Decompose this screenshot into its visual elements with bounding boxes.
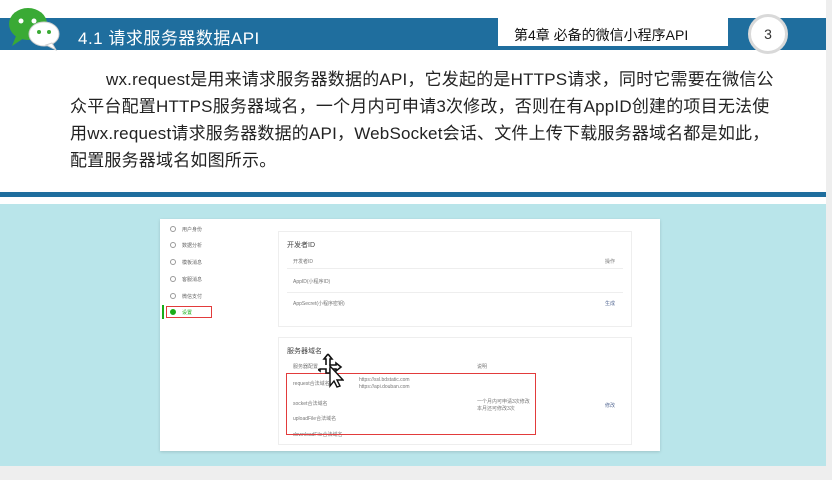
modify-link: 修改 (605, 403, 616, 409)
table-header: 服务器配置 (293, 364, 319, 370)
table-header: 开发者ID (293, 259, 314, 265)
row-divider (287, 292, 623, 293)
table-row: AppSecret(小程序密钥) (293, 301, 345, 307)
page-title: 4.1 请求服务器数据API (78, 29, 260, 48)
sidebar-item-pay: 微信支付 (170, 290, 202, 302)
sidebar-item-template: 模板消息 (170, 256, 202, 268)
circle-icon (170, 276, 176, 282)
sidebar-item-label: 微信支付 (182, 293, 203, 300)
circle-icon (170, 259, 176, 265)
move-cursor-icon (318, 353, 344, 388)
chapter-label: 第4章 必备的微信小程序API (514, 27, 689, 43)
body-paragraph: wx.request是用来请求服务器数据的API，它发起的是HTTPS请求，同时… (70, 70, 774, 170)
card-title: 服务器域名 (287, 348, 322, 355)
sidebar-item-label: 数据分析 (182, 242, 203, 249)
slide: 4.1 请求服务器数据API 第4章 必备的微信小程序API 3 wx.requ… (0, 0, 826, 466)
divider (0, 192, 826, 197)
sidebar-item-label: 模板消息 (182, 259, 203, 266)
sidebar: 用户身份 数据分析 模板消息 客服消息 微信支付 设置 (160, 219, 216, 451)
sidebar-item-label: 用户身份 (182, 226, 203, 233)
circle-icon (170, 293, 176, 299)
highlight-box (166, 306, 212, 318)
developer-id-card: 开发者ID 开发者ID 操作 AppID(小程序ID) AppSecret(小程… (278, 231, 632, 327)
wechat-logo-icon (9, 8, 60, 52)
card-title: 开发者ID (287, 242, 315, 249)
table-header: 操作 (605, 259, 616, 265)
table-header: 说明 (477, 364, 488, 370)
circle-icon (170, 226, 176, 232)
circle-icon (170, 242, 176, 248)
sidebar-item-user: 用户身份 (170, 223, 202, 235)
active-indicator (162, 305, 164, 319)
page-number: 3 (748, 14, 788, 54)
sidebar-item-service: 客服消息 (170, 273, 202, 285)
table-row: AppID(小程序ID) (293, 279, 331, 285)
chapter-label-box: 第4章 必备的微信小程序API (498, 18, 728, 50)
sidebar-item-label: 客服消息 (182, 276, 203, 283)
row-divider (287, 268, 623, 269)
sidebar-item-data: 数据分析 (170, 239, 202, 251)
generate-link: 生成 (605, 301, 616, 307)
